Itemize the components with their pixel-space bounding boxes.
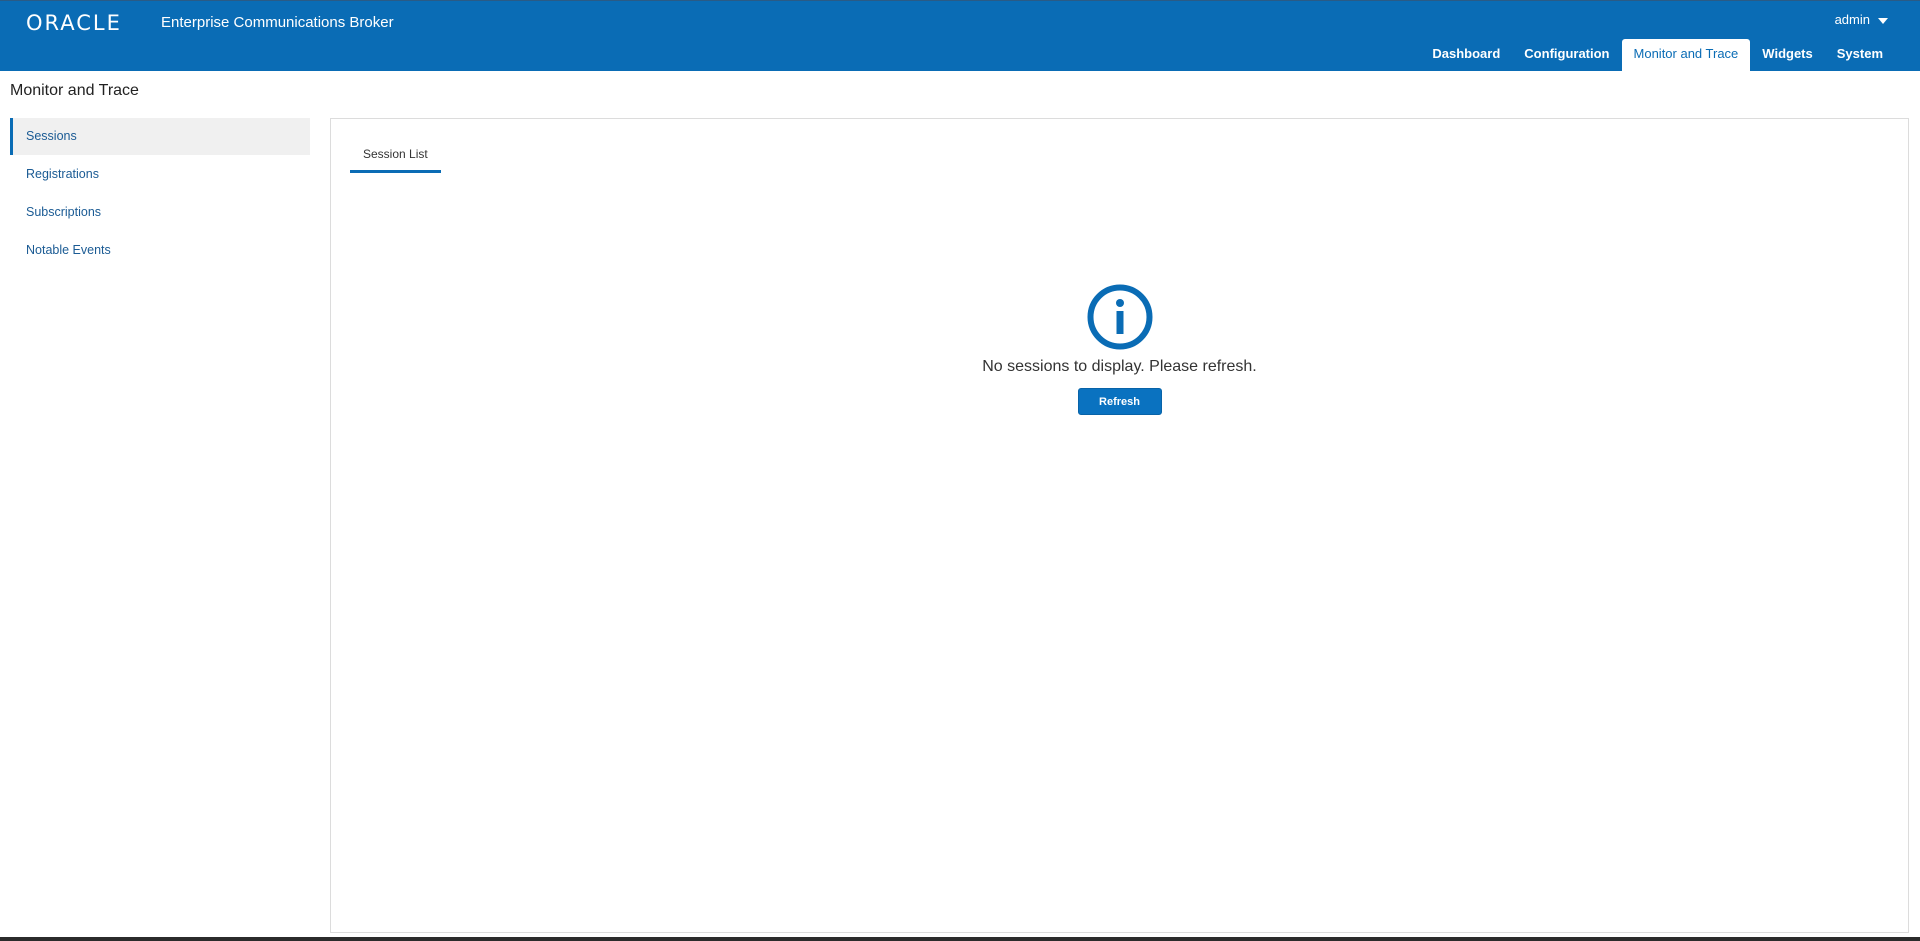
chevron-down-icon [1878,18,1888,24]
sidebar-item-notable-events[interactable]: Notable Events [10,232,310,269]
tab-monitor-and-trace[interactable]: Monitor and Trace [1621,39,1751,71]
sidebar-item-subscriptions[interactable]: Subscriptions [10,194,310,231]
app-title: Enterprise Communications Broker [161,14,394,31]
oracle-logo: ORACLE [26,11,122,35]
tab-dashboard[interactable]: Dashboard [1420,39,1512,71]
empty-state: No sessions to display. Please refresh. … [331,284,1908,415]
user-name: admin [1834,12,1870,27]
bottom-bar [0,937,1920,941]
main-nav: Dashboard Configuration Monitor and Trac… [1420,39,1895,71]
app-header: ORACLE Enterprise Communications Broker … [0,0,1920,71]
sub-tab-strip: Session List [350,144,441,173]
tab-system[interactable]: System [1825,39,1895,71]
refresh-button[interactable]: Refresh [1077,388,1162,415]
info-icon [1087,284,1152,350]
tab-widgets[interactable]: Widgets [1750,39,1824,71]
content-panel: Session List No sessions to display. Ple… [330,118,1909,933]
sidebar-item-sessions[interactable]: Sessions [10,118,310,155]
page-title: Monitor and Trace [10,82,139,99]
sidebar: Sessions Registrations Subscriptions Not… [10,118,310,270]
tab-configuration[interactable]: Configuration [1512,39,1621,71]
sidebar-item-registrations[interactable]: Registrations [10,156,310,193]
empty-message: No sessions to display. Please refresh. [982,358,1257,375]
tab-session-list[interactable]: Session List [350,144,441,173]
user-menu[interactable]: admin [1835,12,1888,27]
